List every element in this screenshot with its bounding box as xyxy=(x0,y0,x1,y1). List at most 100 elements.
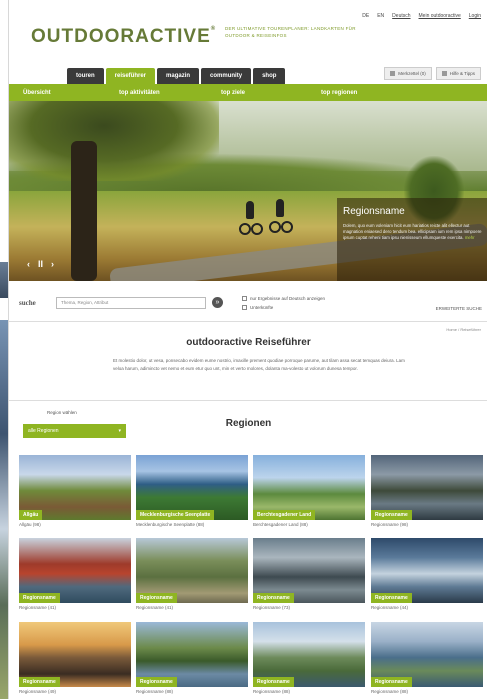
region-photo[interactable]: Regionsname xyxy=(19,622,131,687)
search-submit-button[interactable]: » xyxy=(212,297,223,308)
region-tile[interactable]: Regionsname Regionsname (88) xyxy=(136,622,248,694)
region-tile-label: Regionsname xyxy=(136,593,177,603)
breadcrumb[interactable]: Home / Reiseführer xyxy=(446,327,481,332)
login-link[interactable]: Login xyxy=(469,13,481,19)
region-photo[interactable]: Regionsname xyxy=(371,538,483,603)
region-tile[interactable]: Regionsname Regionsname (88) xyxy=(253,622,365,694)
region-tile[interactable]: Regionsname Regionsname (98) xyxy=(371,455,483,527)
divider xyxy=(9,321,487,322)
lang-en-link[interactable]: EN xyxy=(377,13,384,19)
german-only-checkbox[interactable]: nur Ergebnisse auf Deutsch anzeigen xyxy=(242,296,325,301)
region-tile-label: Berchtesgadener Land xyxy=(253,510,316,520)
lang-de-link[interactable]: DE xyxy=(362,13,369,19)
region-tile-caption[interactable]: Allgäu (98) xyxy=(19,522,131,527)
main-nav: touren reiseführer magazin community sho… xyxy=(67,68,286,84)
region-tile-caption[interactable]: Mecklenburgische Seenplatte (88) xyxy=(136,522,248,527)
region-tile[interactable]: Regionsname Regionsname (49) xyxy=(19,622,131,694)
screenshot-stage: OUTDOORACTIVE® DER ULTIMATIVE TOURENPLAN… xyxy=(0,0,487,699)
region-photo[interactable]: Berchtesgadener Land xyxy=(253,455,365,520)
region-photo[interactable]: Regionsname xyxy=(253,622,365,687)
tile-berchtesgadener-land[interactable]: Berchtesgadener Land Berchtesgadener Land… xyxy=(253,455,365,527)
region-tile[interactable]: Regionsname Regionsname (73) xyxy=(253,538,365,610)
top-links: DE EN Deutsch Mein outdooractive Login xyxy=(362,13,481,19)
tile-allgaeu[interactable]: Allgäu Allgäu (98) xyxy=(19,455,131,527)
my-account-link[interactable]: Mein outdooractive xyxy=(419,13,461,19)
tab-touren[interactable]: touren xyxy=(67,68,104,84)
region-tile[interactable]: Regionsname Regionsname (88) xyxy=(371,622,483,694)
help-button[interactable]: Hilfe & Tipps xyxy=(435,67,481,80)
utility-buttons: Merkzettel (0) Hilfe & Tipps xyxy=(384,67,481,80)
site-logo[interactable]: OUTDOORACTIVE® xyxy=(31,26,216,48)
subnav-top-regionen[interactable]: top regionen xyxy=(321,90,357,96)
pause-slide-icon[interactable]: II xyxy=(38,259,43,269)
subnav-top-aktivitaeten[interactable]: top aktivitäten xyxy=(119,90,160,96)
region-tile-label: Regionsname xyxy=(136,677,177,687)
hero-caption-title: Regionsname xyxy=(343,206,405,217)
region-photo[interactable]: Regionsname xyxy=(371,455,483,520)
region-tile-label: Mecklenburgische Seenplatte xyxy=(136,510,215,520)
language-select-link[interactable]: Deutsch xyxy=(392,13,410,19)
region-tile-caption[interactable]: Regionsname (49) xyxy=(19,689,131,694)
tab-magazin[interactable]: magazin xyxy=(157,68,200,84)
search-bar: suche Thema, Region, Attribut » nur Erge… xyxy=(9,294,487,318)
region-tile-caption[interactable]: Berchtesgadener Land (88) xyxy=(253,522,365,527)
site-tagline: DER ULTIMATIVE TOURENPLANER: LANDKARTEN … xyxy=(225,26,356,38)
page: OUTDOORACTIVE® DER ULTIMATIVE TOURENPLAN… xyxy=(8,0,487,699)
tab-reisefuehrer[interactable]: reiseführer xyxy=(105,68,156,84)
region-tile-caption[interactable]: Regionsname (88) xyxy=(253,689,365,694)
subnav-uebersicht[interactable]: Übersicht xyxy=(23,90,51,96)
intro-text: Et molestio dolor, ut vesa, ponsecabo ev… xyxy=(113,358,405,371)
region-photo[interactable]: Regionsname xyxy=(19,538,131,603)
region-tile-label: Regionsname xyxy=(371,677,412,687)
region-tile[interactable]: Regionsname Regionsname (44) xyxy=(371,538,483,610)
tab-shop[interactable]: shop xyxy=(253,68,286,84)
cyclist-figure xyxy=(269,199,293,235)
region-tile-label: Regionsname xyxy=(371,510,412,520)
bookmark-icon xyxy=(390,71,396,76)
region-photo[interactable]: Allgäu xyxy=(19,455,131,520)
region-photo[interactable]: Mecklenburgische Seenplatte xyxy=(136,455,248,520)
region-photo[interactable]: Regionsname xyxy=(253,538,365,603)
region-tile-label: Regionsname xyxy=(253,677,294,687)
region-tile-caption[interactable]: Regionsname (88) xyxy=(136,689,248,694)
slideshow-controls: ‹ II › xyxy=(27,259,54,269)
search-label: suche xyxy=(19,299,36,307)
bookmark-button[interactable]: Merkzettel (0) xyxy=(384,67,432,80)
region-photo[interactable]: Regionsname xyxy=(136,538,248,603)
prev-slide-icon[interactable]: ‹ xyxy=(27,259,30,269)
search-input[interactable]: Thema, Region, Attribut xyxy=(56,297,206,309)
region-select-label: Region wählen xyxy=(47,410,77,415)
region-photo[interactable]: Regionsname xyxy=(371,622,483,687)
cyclist-figure xyxy=(239,201,263,237)
hero-tree-canopy xyxy=(9,101,219,181)
region-tile-caption[interactable]: Regionsname (88) xyxy=(371,689,483,694)
next-slide-icon[interactable]: › xyxy=(51,259,54,269)
tile-mecklenburgische-seenplatte[interactable]: Mecklenburgische Seenplatte Mecklenburgis… xyxy=(136,455,248,527)
region-tile-label: Regionsname xyxy=(19,593,60,603)
region-tile-caption[interactable]: Regionsname (98) xyxy=(371,522,483,527)
tab-community[interactable]: community xyxy=(201,68,252,84)
regions-heading: Regionen xyxy=(225,418,272,429)
page-title: outdooractive Reiseführer xyxy=(186,337,311,348)
hero-caption: Regionsname Dolem, quo eum voleniam hici… xyxy=(337,198,487,281)
hero-caption-text: Dolem, quo eum voleniam hicit eum hariat… xyxy=(343,223,482,240)
region-tile[interactable]: Regionsname Regionsname (41) xyxy=(136,538,248,610)
subnav-top-ziele[interactable]: top ziele xyxy=(221,90,245,96)
region-tile-caption[interactable]: Regionsname (41) xyxy=(19,605,131,610)
region-tile-caption[interactable]: Regionsname (41) xyxy=(136,605,248,610)
divider xyxy=(9,400,487,401)
region-tile-label: Regionsname xyxy=(371,593,412,603)
region-tile[interactable]: Regionsname Regionsname (41) xyxy=(19,538,131,610)
advanced-search-link[interactable]: ERWEITERTE SUCHE xyxy=(436,306,482,311)
region-tile-label: Allgäu xyxy=(19,510,43,520)
region-tile-label: Regionsname xyxy=(19,677,60,687)
hero-slideshow[interactable]: Regionsname Dolem, quo eum voleniam hici… xyxy=(9,101,487,281)
region-photo[interactable]: Regionsname xyxy=(136,622,248,687)
region-tile-caption[interactable]: Regionsname (73) xyxy=(253,605,365,610)
hero-tree-trunk xyxy=(71,141,97,281)
sub-nav: Übersicht top aktivitäten top ziele top … xyxy=(9,84,487,101)
accommodation-checkbox[interactable]: Unterkünfte xyxy=(242,305,273,310)
region-tile-caption[interactable]: Regionsname (44) xyxy=(371,605,483,610)
hero-more-link[interactable]: mehr xyxy=(465,235,475,240)
help-icon xyxy=(441,71,447,76)
